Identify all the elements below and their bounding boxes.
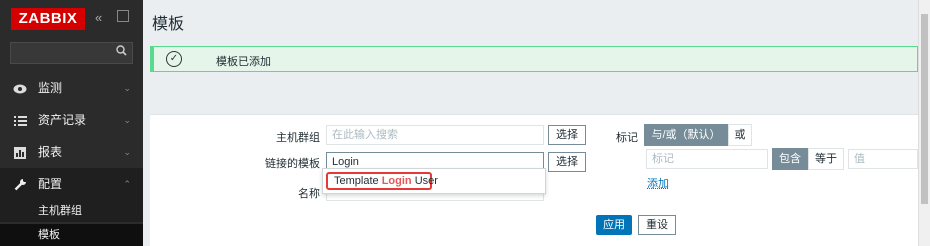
tags-label: 标记 xyxy=(616,132,638,144)
tag-placeholder: 标记 xyxy=(652,153,674,165)
tag-input[interactable]: 标记 xyxy=(646,149,768,169)
chart-icon xyxy=(12,136,28,168)
apply-button[interactable]: 应用 xyxy=(596,215,632,235)
host-group-input[interactable]: 在此输入搜索 xyxy=(326,125,544,145)
collapse-sidebar-icon[interactable]: « xyxy=(95,10,102,25)
and-or-toggle[interactable]: 与/或（默认） xyxy=(644,124,728,146)
suggestion-suffix: User xyxy=(411,175,438,187)
menu-label: 监测 xyxy=(38,81,63,95)
sidebar: ZABBIX « 监测 ⌄ 资产记录 ⌄ 报表 ⌄ 配置 ⌃ 主机群组 模板 xyxy=(0,0,143,246)
chevron-down-icon: ⌄ xyxy=(123,83,131,93)
success-message: ✓ 模板已添加 xyxy=(150,46,918,72)
sidebar-search-input[interactable] xyxy=(10,42,133,64)
select-host-group-button[interactable]: 选择 xyxy=(548,125,586,145)
chevron-down-icon: ⌄ xyxy=(123,147,131,157)
search-icon[interactable] xyxy=(116,45,127,59)
page-scrollbar[interactable] xyxy=(918,0,930,246)
menu-label: 报表 xyxy=(38,145,63,159)
add-tag-link[interactable]: 添加 xyxy=(647,175,669,191)
menu-item-configuration[interactable]: 配置 ⌃ xyxy=(0,168,143,200)
message-text: 模板已添加 xyxy=(216,56,271,68)
sidebar-header: ZABBIX « xyxy=(0,0,143,38)
suggestion-match: Login xyxy=(381,175,412,187)
page-title: 模板 xyxy=(152,16,185,33)
submenu-item-host-groups[interactable]: 主机群组 xyxy=(0,200,143,222)
submenu-item-templates[interactable]: 模板 xyxy=(0,224,143,246)
eye-icon xyxy=(12,72,28,104)
tag-value-placeholder: 值 xyxy=(854,153,865,165)
or-toggle[interactable]: 或 xyxy=(728,124,752,146)
suggestion-prefix: Template xyxy=(334,175,382,187)
select-linked-template-button[interactable]: 选择 xyxy=(548,152,586,172)
menu-item-inventory[interactable]: 资产记录 ⌄ xyxy=(0,104,143,136)
reset-button[interactable]: 重设 xyxy=(638,215,676,235)
wrench-icon xyxy=(12,168,28,200)
list-icon xyxy=(12,104,28,136)
kiosk-mode-icon[interactable] xyxy=(117,10,129,22)
menu-label: 配置 xyxy=(38,177,63,191)
equals-toggle[interactable]: 等于 xyxy=(808,148,844,170)
menu-label: 资产记录 xyxy=(38,113,87,127)
scrollbar-thumb[interactable] xyxy=(921,14,928,204)
linked-templates-label: 链接的模板 xyxy=(265,158,320,170)
zabbix-logo[interactable]: ZABBIX xyxy=(11,8,85,30)
host-group-label: 主机群组 xyxy=(276,132,320,144)
chevron-down-icon: ⌄ xyxy=(123,115,131,125)
suggestion-template-login-user[interactable]: Template Login User xyxy=(326,172,438,190)
template-suggestions-dropdown: Template Login User xyxy=(322,168,546,194)
name-label: 名称 xyxy=(298,188,320,200)
menu-item-reports[interactable]: 报表 ⌄ xyxy=(0,136,143,168)
host-group-placeholder: 在此输入搜索 xyxy=(332,129,398,141)
contains-toggle[interactable]: 包含 xyxy=(772,148,808,170)
tag-value-input[interactable]: 值 xyxy=(848,149,918,169)
check-circle-icon: ✓ xyxy=(166,51,182,67)
chevron-up-icon: ⌃ xyxy=(123,179,131,189)
menu-item-monitoring[interactable]: 监测 ⌄ xyxy=(0,72,143,104)
